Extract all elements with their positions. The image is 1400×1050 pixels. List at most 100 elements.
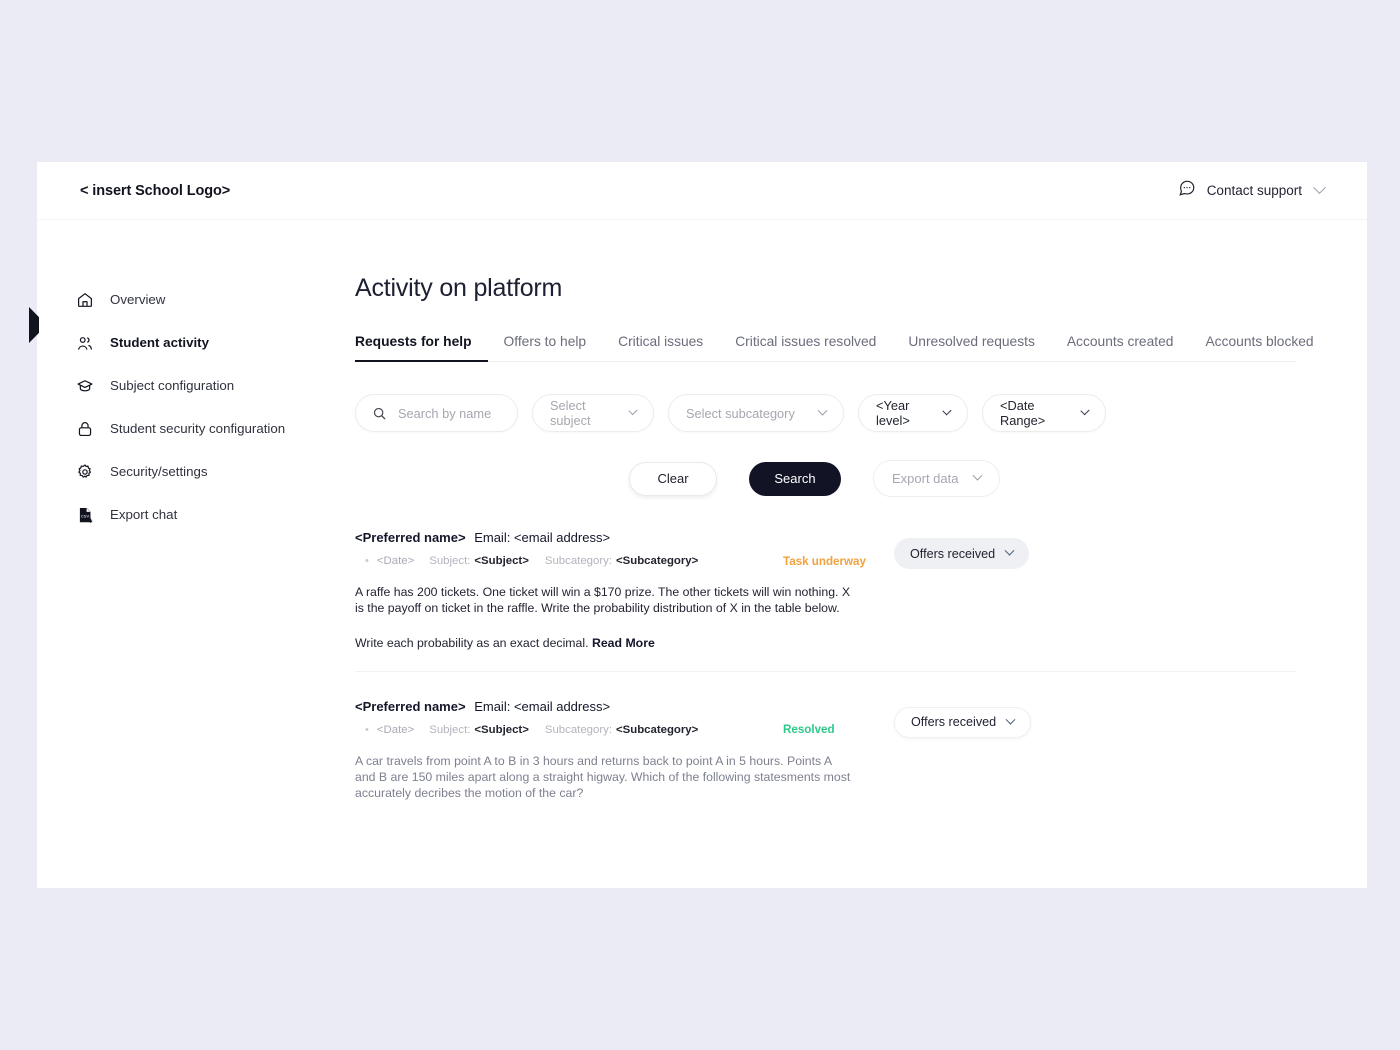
subject-value: <Subject> (474, 724, 528, 736)
school-logo: < insert School Logo> (80, 183, 230, 199)
offers-received-button[interactable]: Offers received (894, 538, 1029, 569)
result-actions: Offers received (875, 530, 1029, 652)
chevron-down-icon (943, 406, 952, 415)
svg-text:CSV: CSV (81, 513, 90, 518)
contact-support-button[interactable]: Contact support (1178, 179, 1302, 202)
preferred-name: <Preferred name> (355, 699, 466, 714)
subject-value: <Subject> (474, 555, 528, 567)
subject-select-label: Select subject (550, 398, 616, 428)
result-row: <Preferred name> Email: <email address> … (355, 672, 1296, 821)
subcategory-value: <Subcategory> (616, 555, 698, 567)
subcategory-label: Subcategory: (545, 555, 612, 567)
search-input[interactable]: Search by name (355, 394, 518, 432)
sidebar: Overview Student activity (37, 220, 355, 888)
email-value: <email address> (514, 530, 610, 545)
result-body: A raffe has 200 tickets. One ticket will… (355, 584, 855, 652)
bullet-icon: • (365, 555, 369, 567)
contact-support-label: Contact support (1207, 183, 1302, 198)
graduation-cap-icon (76, 377, 94, 395)
year-level-select[interactable]: <Year level> (858, 394, 968, 432)
lock-icon (76, 420, 94, 438)
preferred-name: <Preferred name> (355, 530, 466, 545)
sidebar-item-export-chat[interactable]: CSV Export chat (37, 493, 355, 536)
export-data-button[interactable]: Export data (873, 460, 1000, 497)
gear-icon (76, 463, 94, 481)
sidebar-item-label: Overview (110, 292, 165, 307)
email-label: Email: (474, 699, 510, 714)
tab-critical-issues[interactable]: Critical issues (602, 334, 719, 361)
result-body: A car travels from point A to B in 3 hou… (355, 753, 855, 802)
subject-select[interactable]: Select subject (532, 394, 654, 432)
chevron-down-icon (1005, 546, 1015, 556)
result-body-text: A car travels from point A to B in 3 hou… (355, 754, 850, 800)
chevron-down-icon (1006, 714, 1016, 724)
top-bar: < insert School Logo> Contact support (37, 162, 1367, 220)
offers-received-button[interactable]: Offers received (894, 707, 1031, 738)
email-label: Email: (474, 530, 510, 545)
subject-label: Subject: (429, 724, 470, 736)
sidebar-item-student-security-configuration[interactable]: Student security configuration (37, 407, 355, 450)
clear-button[interactable]: Clear (629, 462, 717, 496)
result-identity: <Preferred name> Email: <email address> (355, 530, 875, 545)
tab-accounts-created[interactable]: Accounts created (1051, 334, 1190, 361)
subcategory-select[interactable]: Select subcategory (668, 394, 844, 432)
app-window: < insert School Logo> Contact support (37, 162, 1367, 888)
read-more-link[interactable]: Read More (592, 636, 655, 650)
result-body-text: A raffe has 200 tickets. One ticket will… (355, 585, 850, 615)
tab-critical-issues-resolved[interactable]: Critical issues resolved (719, 334, 892, 361)
sidebar-item-security-settings[interactable]: Security/settings (37, 450, 355, 493)
tab-requests-for-help[interactable]: Requests for help (355, 334, 488, 362)
year-level-value: <Year level> (876, 398, 930, 428)
main-panel: Activity on platform Requests for help O… (355, 220, 1367, 888)
subcategory-value: <Subcategory> (616, 724, 698, 736)
result-body-text-2: Write each probability as an exact decim… (355, 636, 589, 650)
result-meta: • <Date> Subject: <Subject> Subcategory:… (355, 724, 875, 736)
sidebar-item-label: Export chat (110, 507, 177, 522)
subcategory-select-label: Select subcategory (686, 406, 795, 421)
tab-unresolved-requests[interactable]: Unresolved requests (892, 334, 1051, 361)
result-date: <Date> (377, 555, 414, 567)
tab-bar: Requests for help Offers to help Critica… (355, 334, 1296, 362)
tab-accounts-blocked[interactable]: Accounts blocked (1189, 334, 1329, 361)
date-range-select[interactable]: <Date Range> (982, 394, 1106, 432)
subcategory-label: Subcategory: (545, 724, 612, 736)
result-date: <Date> (377, 724, 414, 736)
result-meta: • <Date> Subject: <Subject> Subcategory:… (355, 555, 875, 567)
chat-bubble-icon (1178, 179, 1196, 202)
status-badge: Task underway (783, 555, 866, 568)
sidebar-item-student-activity[interactable]: Student activity (37, 321, 355, 364)
filter-bar: Search by name Select subject Select sub… (355, 394, 1335, 432)
offers-received-label: Offers received (910, 547, 995, 561)
result-body-secondary: Write each probability as an exact decim… (355, 635, 855, 651)
bullet-icon: • (365, 724, 369, 736)
sidebar-item-label: Student activity (110, 335, 209, 350)
users-icon (76, 334, 94, 352)
chevron-down-icon[interactable] (1313, 181, 1326, 194)
search-button[interactable]: Search (749, 462, 841, 496)
offers-received-label: Offers received (911, 715, 996, 729)
result-identity: <Preferred name> Email: <email address> (355, 699, 875, 714)
action-bar: Clear Search Export data (629, 460, 1335, 497)
chevron-down-icon (818, 405, 828, 415)
sidebar-item-label: Student security configuration (110, 421, 285, 436)
page-title: Activity on platform (355, 274, 1335, 303)
result-row: <Preferred name> Email: <email address> … (355, 530, 1296, 672)
sidebar-item-label: Security/settings (110, 464, 208, 479)
sidebar-item-overview[interactable]: Overview (37, 278, 355, 321)
home-icon (76, 291, 94, 309)
content-area: Overview Student activity (37, 220, 1367, 888)
email-value: <email address> (514, 699, 610, 714)
contact-support-group[interactable]: Contact support (1178, 179, 1324, 202)
search-icon (372, 406, 387, 421)
sidebar-item-subject-configuration[interactable]: Subject configuration (37, 364, 355, 407)
csv-file-icon: CSV (76, 506, 94, 524)
export-data-label: Export data (892, 471, 959, 486)
status-badge: Resolved (783, 723, 835, 736)
result-actions: Offers received (875, 699, 1031, 802)
subject-label: Subject: (429, 555, 470, 567)
sidebar-item-label: Subject configuration (110, 378, 234, 393)
chevron-down-icon (628, 406, 637, 415)
chevron-down-icon (973, 471, 983, 481)
search-placeholder: Search by name (398, 406, 491, 421)
tab-offers-to-help[interactable]: Offers to help (488, 334, 603, 361)
